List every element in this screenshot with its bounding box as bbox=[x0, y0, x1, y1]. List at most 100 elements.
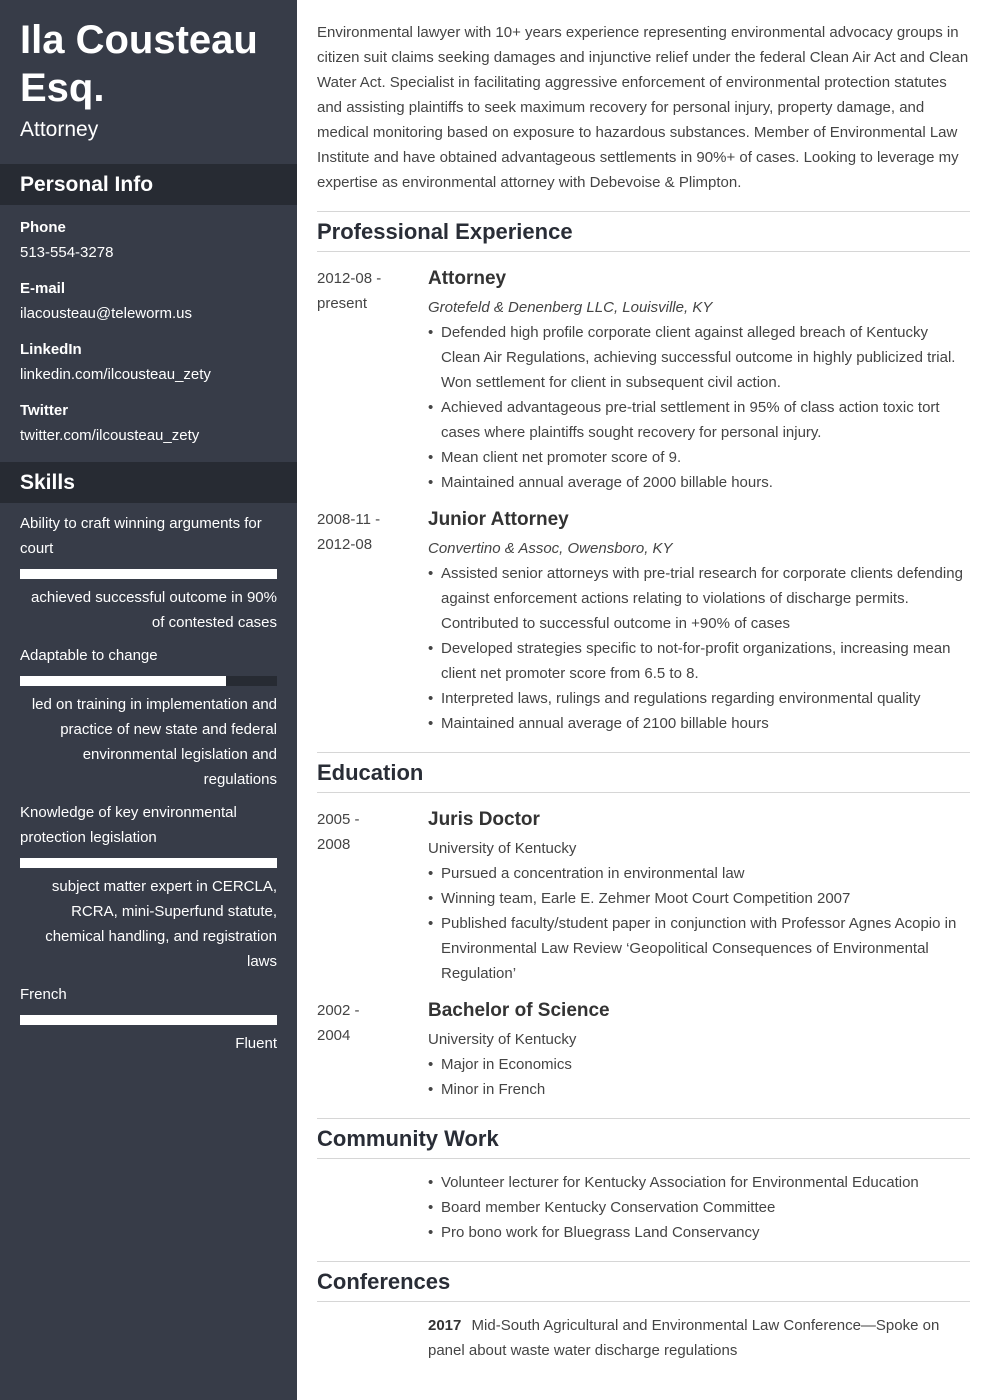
info-linkedin: LinkedIn linkedin.com/ilcousteau_zety bbox=[20, 337, 277, 387]
info-twitter: Twitter twitter.com/ilcousteau_zety bbox=[20, 398, 277, 448]
date-start: 2008-11 - bbox=[317, 511, 381, 528]
conference-text: Mid-South Agricultural and Environmental… bbox=[428, 1317, 940, 1359]
bullet-item: Minor in French bbox=[428, 1077, 970, 1102]
date-end: 2012-08 bbox=[317, 536, 373, 553]
conferences-heading: Conferences bbox=[317, 1261, 970, 1302]
experience-entry: 2012-08 - present Attorney Grotefeld & D… bbox=[317, 266, 970, 495]
institution: University of Kentucky bbox=[428, 840, 577, 857]
bullet-item: Winning team, Earle E. Zehmer Moot Court… bbox=[428, 886, 970, 911]
skill-level-fill bbox=[20, 676, 226, 686]
name-line-2: Esq. bbox=[20, 66, 105, 110]
main-content: Environmental lawyer with 10+ years expe… bbox=[317, 0, 970, 1363]
bullet-item: Volunteer lecturer for Kentucky Associat… bbox=[428, 1170, 970, 1195]
education-list: 2005 - 2008 Juris Doctor University of K… bbox=[317, 807, 970, 1102]
bullet-item: Board member Kentucky Conservation Commi… bbox=[428, 1195, 970, 1220]
name-line-1: Ila Cousteau bbox=[20, 18, 258, 62]
job-title: Attorney bbox=[428, 268, 507, 289]
info-value: 513-554-3278 bbox=[20, 244, 114, 261]
info-value: twitter.com/ilcousteau_zety bbox=[20, 427, 200, 444]
info-label: E-mail bbox=[20, 280, 66, 297]
institution: University of Kentucky bbox=[428, 1031, 577, 1048]
job-title: Junior Attorney bbox=[428, 509, 569, 530]
community-work-list: Volunteer lecturer for Kentucky Associat… bbox=[317, 1170, 970, 1245]
bullet-item: Pro bono work for Bluegrass Land Conserv… bbox=[428, 1220, 970, 1245]
community-work-heading: Community Work bbox=[317, 1118, 970, 1159]
entry-date: 2005 - 2008 bbox=[317, 807, 428, 986]
skill-description: achieved successful outcome in 90% of co… bbox=[31, 589, 277, 631]
bullet-item: Assisted senior attorneys with pre-trial… bbox=[428, 561, 970, 636]
info-label: LinkedIn bbox=[20, 341, 82, 358]
conference-year: 2017 bbox=[428, 1317, 462, 1334]
bullet-list: Pursued a concentration in environmental… bbox=[428, 861, 970, 986]
entry-date: 2002 - 2004 bbox=[317, 998, 428, 1102]
experience-heading: Professional Experience bbox=[317, 211, 970, 252]
employer: Grotefeld & Denenberg LLC, Louisville, K… bbox=[428, 299, 713, 316]
skill-name: Knowledge of key environmental protectio… bbox=[20, 804, 237, 846]
info-value: ilacousteau@teleworm.us bbox=[20, 305, 192, 322]
entry-body: Bachelor of Science University of Kentuc… bbox=[428, 998, 970, 1102]
skill-item: Knowledge of key environmental protectio… bbox=[20, 800, 277, 974]
experience-entry: 2008-11 - 2012-08 Junior Attorney Conver… bbox=[317, 507, 970, 736]
personal-info: Phone 513-554-3278 E-mail ilacousteau@te… bbox=[0, 215, 297, 448]
date-start: 2012-08 - bbox=[317, 270, 382, 287]
skill-level-bar bbox=[20, 1015, 277, 1025]
education-heading: Education bbox=[317, 752, 970, 793]
skill-level-fill bbox=[20, 569, 277, 579]
bullet-item: Developed strategies specific to not-for… bbox=[428, 636, 970, 686]
skill-item: Adaptable to change led on training in i… bbox=[20, 643, 277, 792]
entry-body: Juris Doctor University of Kentucky Purs… bbox=[428, 807, 970, 986]
conferences-list: 2017 Mid-South Agricultural and Environm… bbox=[317, 1313, 970, 1363]
skill-level-fill bbox=[20, 858, 277, 868]
bullet-item: Achieved advantageous pre-trial settleme… bbox=[428, 395, 970, 445]
skill-level-fill bbox=[20, 1015, 277, 1025]
info-phone: Phone 513-554-3278 bbox=[20, 215, 277, 265]
employer: Convertino & Assoc, Owensboro, KY bbox=[428, 540, 673, 557]
date-start: 2005 - bbox=[317, 811, 360, 828]
skills-list: Ability to craft winning arguments for c… bbox=[0, 511, 297, 1056]
education-entry: 2005 - 2008 Juris Doctor University of K… bbox=[317, 807, 970, 986]
bullet-item: Major in Economics bbox=[428, 1052, 970, 1077]
skill-description: Fluent bbox=[235, 1035, 277, 1052]
date-end: present bbox=[317, 295, 368, 312]
info-email: E-mail ilacousteau@teleworm.us bbox=[20, 276, 277, 326]
skill-level-bar bbox=[20, 676, 277, 686]
entry-date: 2012-08 - present bbox=[317, 266, 428, 495]
education-entry: 2002 - 2004 Bachelor of Science Universi… bbox=[317, 998, 970, 1102]
personal-info-heading: Personal Info bbox=[0, 164, 297, 205]
bullet-list: Volunteer lecturer for Kentucky Associat… bbox=[428, 1170, 970, 1245]
bullet-item: Defended high profile corporate client a… bbox=[428, 320, 970, 395]
bullet-item: Mean client net promoter score of 9. bbox=[428, 445, 970, 470]
degree-title: Bachelor of Science bbox=[428, 1000, 610, 1021]
profile-summary: Environmental lawyer with 10+ years expe… bbox=[317, 24, 969, 191]
bullet-list: Major in Economics Minor in French bbox=[428, 1052, 970, 1102]
bullet-item: Published faculty/student paper in conju… bbox=[428, 911, 970, 986]
date-end: 2004 bbox=[317, 1027, 351, 1044]
entry-body: Junior Attorney Convertino & Assoc, Owen… bbox=[428, 507, 970, 736]
skill-level-bar bbox=[20, 858, 277, 868]
info-label: Twitter bbox=[20, 402, 69, 419]
date-end: 2008 bbox=[317, 836, 351, 853]
bullet-item: Maintained annual average of 2100 billab… bbox=[428, 711, 970, 736]
info-value: linkedin.com/ilcousteau_zety bbox=[20, 366, 211, 383]
skills-heading: Skills bbox=[0, 462, 297, 503]
skill-item: Ability to craft winning arguments for c… bbox=[20, 511, 277, 635]
info-label: Phone bbox=[20, 219, 66, 236]
skill-name: French bbox=[20, 986, 67, 1003]
skill-level-bar bbox=[20, 569, 277, 579]
skill-name: Adaptable to change bbox=[20, 647, 158, 664]
bullet-item: Interpreted laws, rulings and regulation… bbox=[428, 686, 970, 711]
skill-description: led on training in implementation and pr… bbox=[31, 696, 277, 788]
date-start: 2002 - bbox=[317, 1002, 360, 1019]
entry-body: Attorney Grotefeld & Denenberg LLC, Loui… bbox=[428, 266, 970, 495]
skill-description: subject matter expert in CERCLA, RCRA, m… bbox=[45, 878, 277, 970]
candidate-role: Attorney bbox=[20, 118, 99, 141]
skill-item: French Fluent bbox=[20, 982, 277, 1056]
bullet-item: Pursued a concentration in environmental… bbox=[428, 861, 970, 886]
bullet-list: Assisted senior attorneys with pre-trial… bbox=[428, 561, 970, 736]
candidate-name: Ila Cousteau Esq. bbox=[0, 0, 297, 112]
entry-date: 2008-11 - 2012-08 bbox=[317, 507, 428, 736]
degree-title: Juris Doctor bbox=[428, 809, 540, 830]
skill-name: Ability to craft winning arguments for c… bbox=[20, 515, 262, 557]
bullet-item: Maintained annual average of 2000 billab… bbox=[428, 470, 970, 495]
bullet-list: Defended high profile corporate client a… bbox=[428, 320, 970, 495]
